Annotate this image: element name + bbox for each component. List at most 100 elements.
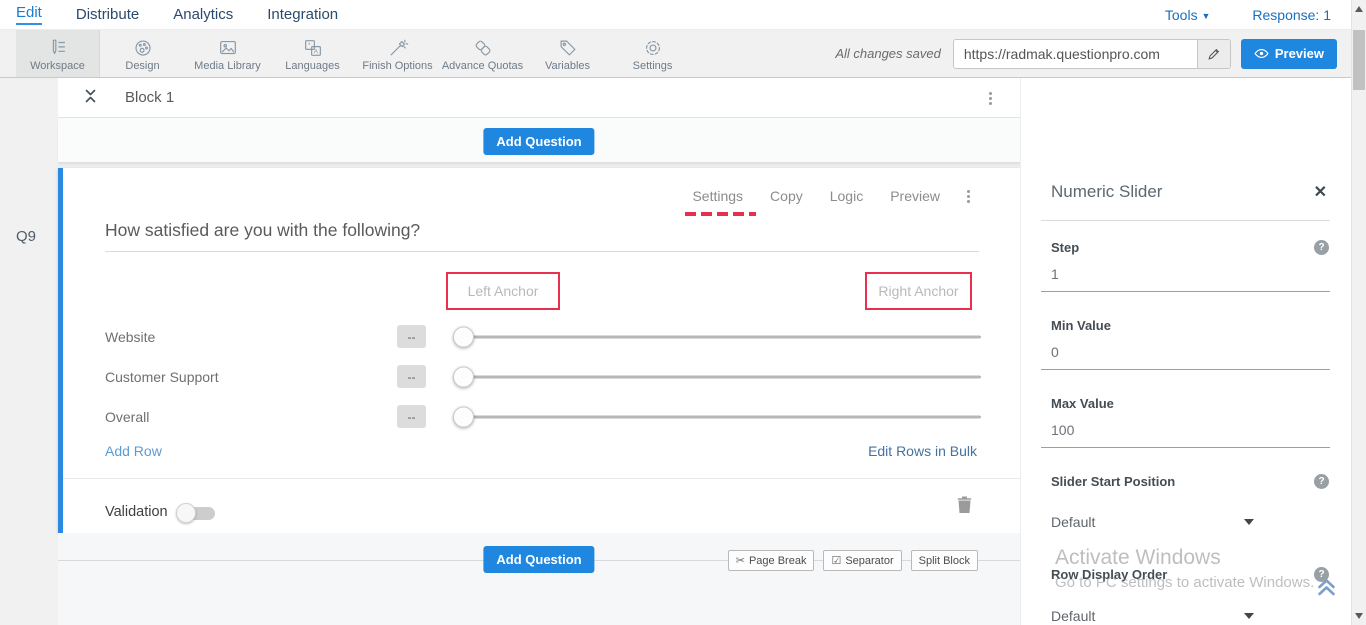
right-anchor-input[interactable]	[867, 283, 970, 299]
slider-track	[463, 336, 981, 339]
scroll-to-top-icon[interactable]	[1316, 576, 1337, 602]
question-card: Settings Copy Logic Preview Website	[58, 168, 1020, 533]
validation-toggle[interactable]	[178, 507, 215, 520]
scrollbar-down-arrow[interactable]	[1355, 613, 1363, 619]
add-question-strip: Add Question	[58, 118, 1020, 163]
question-rail: Q9	[0, 78, 58, 625]
edit-url-button[interactable]	[1197, 40, 1230, 68]
tag-icon	[557, 35, 579, 59]
card-divider	[63, 478, 1020, 479]
strip-buttons: ✂Page Break ☑Separator Split Block	[728, 550, 978, 571]
nav-tab-analytics[interactable]: Analytics	[173, 6, 233, 23]
collapse-block-icon[interactable]	[84, 87, 97, 110]
row-display-order-select[interactable]: Default	[1051, 606, 1254, 625]
question-action-preview[interactable]: Preview	[890, 188, 940, 204]
slider-row-customer-support: Customer Support --	[63, 357, 1020, 397]
slider	[453, 397, 981, 437]
checkbox-icon: ☑	[831, 554, 841, 567]
split-block-button[interactable]: Split Block	[911, 550, 978, 571]
editor-toolbar: Workspace Design Media Library *A Langua…	[0, 30, 1351, 78]
nav-tab-edit[interactable]: Edit	[16, 4, 42, 25]
slider-handle[interactable]	[453, 407, 474, 428]
preview-button[interactable]: Preview	[1241, 39, 1337, 69]
gear-icon	[642, 35, 664, 59]
block-header: Block 1	[58, 78, 1020, 118]
slider-track	[463, 376, 981, 379]
slider-start-position-label: Slider Start Position	[1051, 474, 1175, 489]
add-question-button-bottom[interactable]: Add Question	[483, 546, 594, 573]
save-status-text: All changes saved	[835, 46, 941, 61]
add-row-link[interactable]: Add Row	[105, 443, 162, 459]
separator-button[interactable]: ☑Separator	[823, 550, 901, 571]
left-anchor-input[interactable]	[448, 283, 558, 299]
survey-canvas: Block 1 Add Question Settings Copy Logic…	[58, 78, 1020, 625]
row-label[interactable]: Overall	[105, 409, 149, 425]
toolbar-item-advance-quotas[interactable]: Advance Quotas	[440, 30, 525, 77]
toolbar-item-variables[interactable]: Variables	[525, 30, 610, 77]
slider-track	[463, 416, 981, 419]
min-value-field	[1041, 344, 1330, 370]
row-value-badge: --	[397, 325, 426, 348]
chain-links-icon	[472, 35, 494, 59]
question-text-input[interactable]	[105, 220, 979, 252]
question-action-logic[interactable]: Logic	[830, 188, 863, 204]
image-icon	[217, 35, 239, 59]
max-value-input[interactable]	[1041, 422, 1330, 438]
close-panel-icon[interactable]: ✕	[1314, 182, 1327, 202]
row-label[interactable]: Website	[105, 329, 155, 345]
slider-handle[interactable]	[453, 367, 474, 388]
survey-url-box	[953, 39, 1231, 69]
step-input[interactable]	[1041, 266, 1330, 282]
right-anchor-annotation-box	[865, 272, 972, 310]
workarea: Q9 Block 1 Add Question Settings Copy	[0, 78, 1351, 625]
validation-label: Validation	[105, 504, 168, 520]
scrollbar-up-arrow[interactable]	[1355, 6, 1363, 12]
toggle-knob	[176, 503, 196, 523]
toolbar-item-media-library[interactable]: Media Library	[185, 30, 270, 77]
add-question-button-top[interactable]: Add Question	[483, 128, 594, 155]
step-label: Step	[1051, 240, 1079, 255]
chevron-down-icon	[1244, 613, 1254, 619]
step-help-icon[interactable]: ?	[1314, 240, 1329, 255]
nav-tab-distribute[interactable]: Distribute	[76, 6, 139, 23]
question-action-settings[interactable]: Settings	[692, 188, 743, 204]
panel-divider	[1041, 220, 1330, 221]
toolbar-item-finish-options[interactable]: Finish Options	[355, 30, 440, 77]
response-count-link[interactable]: Response: 1	[1252, 7, 1331, 23]
eye-icon	[1254, 48, 1269, 59]
slider-row-website: Website --	[63, 317, 1020, 357]
scrollbar-thumb[interactable]	[1353, 30, 1365, 90]
toolbar-item-languages[interactable]: *A Languages	[270, 30, 355, 77]
max-value-field	[1041, 422, 1330, 448]
slider-handle[interactable]	[453, 327, 474, 348]
slider-start-position-select[interactable]: Default	[1051, 512, 1254, 532]
toolbar-item-settings[interactable]: Settings	[610, 30, 695, 77]
survey-url-input[interactable]	[954, 40, 1197, 68]
magic-wand-icon	[387, 35, 409, 59]
min-value-input[interactable]	[1041, 344, 1330, 360]
edit-rows-in-bulk-link[interactable]: Edit Rows in Bulk	[868, 443, 977, 459]
block-menu-kebab-icon[interactable]	[989, 92, 992, 105]
top-nav: Edit Distribute Analytics Integration To…	[0, 0, 1351, 30]
row-label[interactable]: Customer Support	[105, 369, 219, 385]
page-scrollbar[interactable]	[1351, 0, 1366, 625]
slider-start-help-icon[interactable]: ?	[1314, 474, 1329, 489]
toolbar-right: All changes saved Preview	[835, 30, 1351, 77]
question-action-copy[interactable]: Copy	[770, 188, 803, 204]
question-actions: Settings Copy Logic Preview	[692, 188, 970, 204]
page-break-button[interactable]: ✂Page Break	[728, 550, 815, 571]
question-menu-kebab-icon[interactable]	[967, 190, 970, 203]
row-value-badge: --	[397, 365, 426, 388]
translate-icon: *A	[302, 35, 324, 59]
slider-rows: Website -- Customer Support --	[63, 317, 1020, 437]
nav-tab-integration[interactable]: Integration	[267, 6, 338, 23]
toolbar-item-design[interactable]: Design	[100, 30, 185, 77]
toolbar-item-workspace[interactable]: Workspace	[16, 30, 100, 77]
settings-panel-title: Numeric Slider	[1051, 182, 1162, 202]
tools-menu[interactable]: Tools ▼	[1165, 7, 1211, 23]
pencil-icon	[1207, 47, 1221, 61]
slider	[453, 357, 981, 397]
app-root: Edit Distribute Analytics Integration To…	[0, 0, 1366, 625]
delete-question-trash-icon[interactable]	[957, 496, 972, 519]
bottom-strip: Add Question ✂Page Break ☑Separator Spli…	[58, 533, 1020, 625]
